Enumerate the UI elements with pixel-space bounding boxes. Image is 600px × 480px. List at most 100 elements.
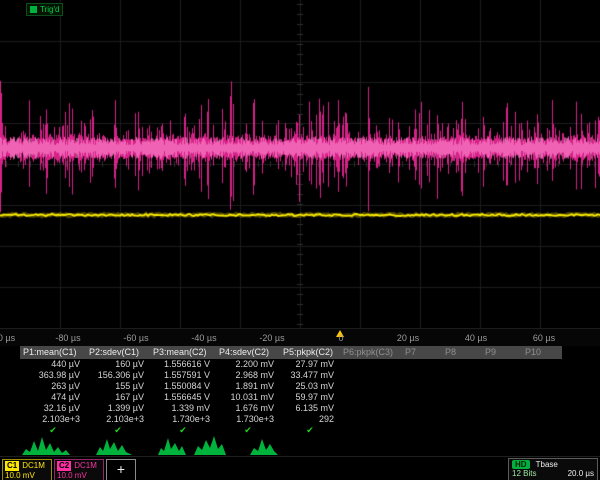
measurement-header[interactable]: P8 <box>442 346 482 359</box>
measurement-cell: 25.03 mV <box>280 381 340 392</box>
measurement-cell <box>340 381 402 392</box>
measurement-cell: 1.730e+3 <box>150 414 216 425</box>
measurement-cell <box>442 370 482 381</box>
measurement-cell: 292 <box>280 414 340 425</box>
measurement-cell <box>442 359 482 370</box>
measurement-cell <box>442 403 482 414</box>
measurement-cell <box>522 359 562 370</box>
measurement-cell <box>482 370 522 381</box>
measurement-cell: 32.16 µV <box>20 403 86 414</box>
time-axis-label: -20 µs <box>259 333 284 343</box>
c2-tag: C2 <box>57 461 71 471</box>
measurement-cell <box>442 392 482 403</box>
measurement-header[interactable]: P5:pkpk(C2) <box>280 346 340 359</box>
bottom-bar: C1 DC1M 10.0 mV C2 DC1M 10.0 mV + HD Tba… <box>0 456 600 480</box>
trigger-status-text: Trig'd <box>40 4 59 15</box>
time-axis-label: 0 <box>338 333 343 343</box>
measurement-cell <box>340 359 402 370</box>
measurement-cell <box>402 414 442 425</box>
c1-scale: 10.0 mV <box>5 471 49 480</box>
measurement-cell: 27.97 mV <box>280 359 340 370</box>
channel-c2-descriptor[interactable]: C2 DC1M 10.0 mV <box>54 459 104 480</box>
measurement-cell <box>482 403 522 414</box>
measurement-cell <box>340 414 402 425</box>
measurement-cell <box>482 381 522 392</box>
oscilloscope-screen: Trig'd -100 µs-80 µs-60 µs-40 µs-20 µs02… <box>0 0 600 480</box>
measurement-cell: 10.031 mV <box>216 392 280 403</box>
measurement-cell: 167 µV <box>86 392 150 403</box>
trigger-status-badge: Trig'd <box>26 3 63 16</box>
measurement-cell: 1.891 mV <box>216 381 280 392</box>
measurement-header[interactable]: P9 <box>482 346 522 359</box>
measurement-cell <box>402 403 442 414</box>
time-axis-label: -80 µs <box>55 333 80 343</box>
histicon <box>96 439 132 455</box>
measurement-cell <box>442 414 482 425</box>
measurement-cell: 1.556645 V <box>150 392 216 403</box>
measurement-cell: 1.730e+3 <box>216 414 280 425</box>
measurement-cell: 263 µV <box>20 381 86 392</box>
timebase-descriptor[interactable]: HD Tbase 12 Bits 20.0 µs <box>508 458 598 480</box>
channel-c1-descriptor[interactable]: C1 DC1M 10.0 mV <box>2 459 52 480</box>
measurement-cell <box>522 381 562 392</box>
histicon <box>250 439 278 455</box>
measurement-cell <box>402 359 442 370</box>
measurement-cell <box>522 370 562 381</box>
histicon <box>194 436 226 455</box>
measurement-cell: 1.557591 V <box>150 370 216 381</box>
c1-coupling: DC1M <box>22 461 45 471</box>
measurement-header[interactable]: P3:mean(C2) <box>150 346 216 359</box>
measurement-header[interactable]: P6:pkpk(C3) <box>340 346 402 359</box>
measurement-cell <box>442 381 482 392</box>
measurement-cell: 1.550084 V <box>150 381 216 392</box>
measurement-cell <box>482 392 522 403</box>
measurement-cell: 440 µV <box>20 359 86 370</box>
c2-scale: 10.0 mV <box>57 471 101 480</box>
measurement-cell: 2.200 mV <box>216 359 280 370</box>
measurement-cell <box>340 370 402 381</box>
trigger-status-icon <box>30 6 37 13</box>
measurement-cell: 2.968 mV <box>216 370 280 381</box>
measurement-cell: 1.556616 V <box>150 359 216 370</box>
measurement-table: P1:mean(C1)P2:sdev(C1)P3:mean(C2)P4:sdev… <box>20 346 562 436</box>
measurement-cell: 2.103e+3 <box>86 414 150 425</box>
c1-tag: C1 <box>5 461 19 471</box>
time-axis-label: -60 µs <box>123 333 148 343</box>
measurement-header[interactable]: P2:sdev(C1) <box>86 346 150 359</box>
waveform-display[interactable] <box>0 0 600 328</box>
measurement-header[interactable]: P7 <box>402 346 442 359</box>
measurement-cell <box>340 403 402 414</box>
measurement-cell: 1.399 µV <box>86 403 150 414</box>
time-axis: -100 µs-80 µs-60 µs-40 µs-20 µs020 µs40 … <box>0 328 600 346</box>
time-axis-label: -40 µs <box>191 333 216 343</box>
measurement-cell: 155 µV <box>86 381 150 392</box>
measurement-cell <box>402 381 442 392</box>
measurement-header[interactable]: P10 <box>522 346 562 359</box>
measurement-cell <box>402 370 442 381</box>
timebase-bits: 12 Bits <box>512 469 536 479</box>
timebase-label: Tbase <box>536 460 558 469</box>
measurement-cell: 160 µV <box>86 359 150 370</box>
add-trace-button[interactable]: + <box>106 459 136 480</box>
measurement-cell <box>482 359 522 370</box>
measurement-cell: 33.477 mV <box>280 370 340 381</box>
measurement-cell <box>402 392 442 403</box>
measurement-cell <box>522 403 562 414</box>
measurement-header[interactable]: P4:sdev(C2) <box>216 346 280 359</box>
histicon <box>158 438 186 455</box>
measurement-cell <box>522 392 562 403</box>
time-axis-label: 40 µs <box>465 333 487 343</box>
measurement-histicons <box>0 433 600 457</box>
measurement-cell: 1.676 mV <box>216 403 280 414</box>
measurement-cell: 6.135 mV <box>280 403 340 414</box>
measurement-header[interactable]: P1:mean(C1) <box>20 346 86 359</box>
measurement-cell <box>482 414 522 425</box>
timebase-scale: 20.0 µs <box>568 469 594 479</box>
measurement-cell <box>522 414 562 425</box>
time-axis-label: 60 µs <box>533 333 555 343</box>
measurement-cell: 474 µV <box>20 392 86 403</box>
measurement-cell: 156.306 µV <box>86 370 150 381</box>
c2-coupling: DC1M <box>74 461 97 471</box>
measurement-cell <box>340 392 402 403</box>
hd-badge: HD <box>512 460 530 469</box>
